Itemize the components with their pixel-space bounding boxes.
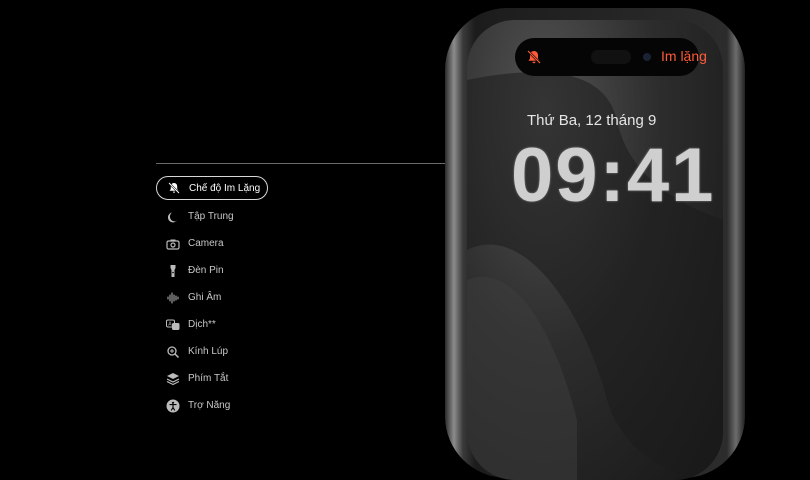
menu-item-label: Chế độ Im Lặng bbox=[189, 182, 261, 194]
translate-icon: A bbox=[166, 318, 180, 332]
moon-icon bbox=[166, 210, 180, 224]
flashlight-icon bbox=[166, 264, 180, 278]
menu-item-label: Dịch** bbox=[188, 319, 216, 330]
menu-item-flashlight[interactable]: Đèn Pin bbox=[156, 257, 296, 284]
front-camera bbox=[643, 53, 651, 61]
menu-item-label: Phím Tắt bbox=[188, 373, 229, 384]
menu-item-label: Ghi Âm bbox=[188, 292, 222, 303]
menu-item-magnifier[interactable]: Kính Lúp bbox=[156, 338, 296, 365]
silent-status-text: Im lặng bbox=[661, 48, 707, 64]
dynamic-island[interactable]: Im lặng bbox=[515, 38, 707, 76]
wallpaper-wave bbox=[467, 72, 723, 480]
menu-item-label: Trợ Năng bbox=[188, 400, 231, 411]
waveform-icon bbox=[166, 291, 180, 305]
island-sensor bbox=[591, 50, 631, 64]
iphone: Im lặng Thứ Ba, 12 tháng 9 09:41 bbox=[445, 8, 745, 480]
svg-text:A: A bbox=[168, 321, 172, 327]
accessibility-icon bbox=[166, 399, 180, 413]
bell-slash-icon bbox=[527, 50, 541, 64]
menu-item-focus[interactable]: Tập Trung bbox=[156, 203, 296, 230]
menu-item-label: Camera bbox=[188, 238, 224, 249]
menu-connector-line bbox=[156, 163, 456, 164]
camera-icon bbox=[166, 237, 180, 251]
menu-item-label: Tập Trung bbox=[188, 211, 234, 222]
menu-item-voice-memo[interactable]: Ghi Âm bbox=[156, 284, 296, 311]
bell-slash-icon bbox=[167, 181, 181, 195]
menu-item-silent-mode[interactable]: Chế độ Im Lặng bbox=[156, 176, 268, 200]
lock-screen-time: 09:41 bbox=[511, 133, 716, 218]
menu-item-shortcuts[interactable]: Phím Tắt bbox=[156, 365, 296, 392]
lock-screen-date: Thứ Ba, 12 tháng 9 bbox=[527, 112, 657, 129]
magnifier-icon bbox=[166, 345, 180, 359]
menu-item-label: Kính Lúp bbox=[188, 346, 229, 357]
shortcuts-icon bbox=[166, 372, 180, 386]
menu-item-label: Đèn Pin bbox=[188, 265, 224, 276]
menu-item-accessibility[interactable]: Trợ Năng bbox=[156, 392, 296, 419]
lock-screen: Im lặng Thứ Ba, 12 tháng 9 09:41 bbox=[467, 20, 723, 480]
menu-item-camera[interactable]: Camera bbox=[156, 230, 296, 257]
menu-item-translate[interactable]: A Dịch** bbox=[156, 311, 296, 338]
action-button-menu: Chế độ Im Lặng Tập Trung Camera Đèn Pin … bbox=[156, 176, 296, 419]
